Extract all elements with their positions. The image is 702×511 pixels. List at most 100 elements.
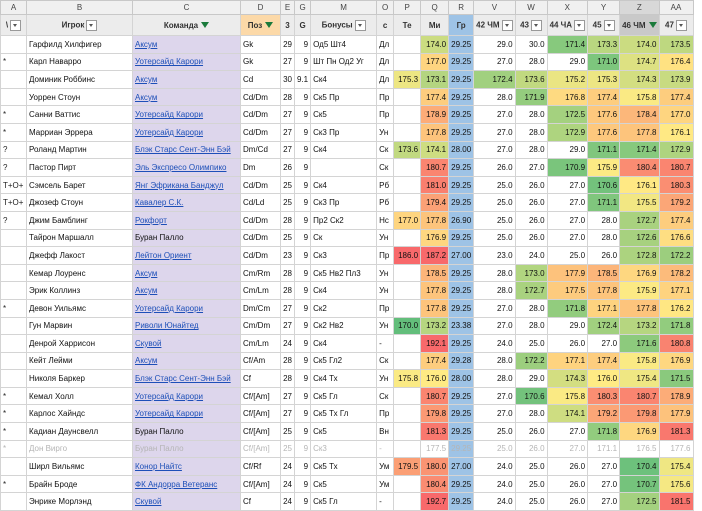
cell-z[interactable]: 170.4 [619,457,660,476]
cell-x[interactable]: 172.9 [546,122,589,142]
cell-y[interactable]: 175.9 [587,158,621,177]
cell-player[interactable]: Девон Уильямс [26,298,133,318]
filter-active-icon[interactable] [648,22,657,29]
team-link[interactable]: Уотерсайд Карори [135,409,203,418]
cell-p[interactable] [393,52,422,72]
cell-team[interactable]: Скувой [132,492,241,511]
cell-w[interactable]: 26.0 [514,210,548,230]
cell-team[interactable]: Аксум [132,263,241,283]
column-letter-w[interactable]: W [514,0,548,15]
cell-aa[interactable]: 172.9 [658,140,694,160]
cell-w[interactable]: 30.0 [514,35,548,54]
cell-v[interactable]: 25.0 [473,175,516,195]
cell-q[interactable]: 181.0 [420,175,450,195]
cell-player[interactable]: Кейт Лейми [26,351,133,371]
cell-position[interactable]: Dm [240,158,281,177]
cell-aa[interactable]: 177.1 [658,281,694,300]
filter-active-icon[interactable] [265,22,274,29]
filter-dropdown-icon[interactable] [603,19,615,31]
cell-mark[interactable]: * [0,52,27,72]
cell-z[interactable]: 174.7 [619,52,660,72]
cell-v[interactable]: 25.0 [473,228,516,248]
team-link[interactable]: Скувой [135,339,161,348]
cell-team[interactable]: Блэк Старс Сент-Энн Бэй [132,140,241,160]
cell-w[interactable]: 24.0 [514,246,548,265]
cell-q[interactable]: 192.1 [420,334,450,353]
cell-z[interactable]: 177.8 [619,122,660,142]
cell-mark[interactable] [0,457,27,476]
cell-aa[interactable]: 173.5 [658,35,694,54]
cell-x[interactable]: 25.0 [546,246,589,265]
cell-r[interactable]: 29.25 [448,298,475,318]
cell-aa[interactable]: 181.3 [658,422,694,441]
cell-q[interactable]: 177.4 [420,87,450,107]
cell-team[interactable]: Лейтон Ориент [132,246,241,265]
cell-team[interactable]: Буран Палло [132,422,241,441]
cell-o[interactable]: Ун [376,316,395,336]
cell-aa[interactable]: 180.3 [658,175,694,195]
cell-v[interactable]: 27.0 [473,52,516,72]
cell-r[interactable]: 29.25 [448,175,475,195]
header-x[interactable]: 44 ЧА [546,14,589,36]
cell-mark[interactable] [0,70,27,89]
team-link[interactable]: Конор Найтс [135,462,182,471]
team-link[interactable]: Уотерсайд Карори [135,57,203,66]
cell-team[interactable]: Буран Палло [132,439,241,459]
cell-mark[interactable] [0,246,27,265]
cell-mark[interactable] [0,263,27,283]
cell-position[interactable]: Cf [240,369,281,388]
cell-y[interactable]: 27.0 [587,457,621,476]
cell-v[interactable]: 25.0 [473,439,516,459]
cell-v[interactable]: 24.0 [473,457,516,476]
cell-p[interactable] [393,404,422,424]
cell-e[interactable]: 24 [280,334,295,353]
cell-o[interactable]: Ум [376,474,395,494]
cell-player[interactable]: Пастор Пирт [26,158,133,177]
cell-team[interactable]: Конор Найтс [132,457,241,476]
column-letter-g[interactable]: G [293,0,312,15]
cell-aa[interactable]: 177.0 [658,105,694,124]
cell-g[interactable]: 9 [293,105,312,124]
cell-x[interactable]: 29.0 [546,52,589,72]
cell-r[interactable]: 29.25 [448,281,475,300]
cell-o[interactable]: Пр [376,105,395,124]
cell-y[interactable]: 28.0 [587,228,621,248]
cell-bonus[interactable]: Ск5 [310,422,378,441]
cell-position[interactable]: Cd/Ld [240,193,281,212]
cell-q[interactable]: 192.7 [420,492,450,511]
cell-bonus[interactable]: Ск5 Нв2 Пл3 [310,263,378,283]
cell-bonus[interactable]: Ск4 [310,70,378,89]
cell-w[interactable]: 28.0 [514,316,548,336]
cell-aa[interactable]: 179.2 [658,193,694,212]
cell-q[interactable]: 178.5 [420,263,450,283]
cell-q[interactable]: 177.0 [420,52,450,72]
cell-mark[interactable]: * [0,298,27,318]
cell-w[interactable]: 26.0 [514,228,548,248]
cell-y[interactable]: 171.0 [587,52,621,72]
cell-player[interactable]: Энрике Морлэнд [26,492,133,511]
header-mark[interactable]: \ [0,14,27,36]
cell-team[interactable]: Эль Экспресо Олимпико [132,158,241,177]
cell-mark[interactable]: ? [0,140,27,160]
cell-o[interactable]: Пр [376,404,395,424]
cell-x[interactable]: 177.9 [546,263,589,283]
cell-player[interactable]: Николя Баркер [26,369,133,388]
cell-e[interactable]: 24 [280,474,295,494]
cell-q[interactable]: 173.1 [420,70,450,89]
cell-o[interactable]: Рб [376,175,395,195]
cell-o[interactable]: - [376,334,395,353]
cell-position[interactable]: Gk [240,52,281,72]
cell-v[interactable]: 27.0 [473,404,516,424]
cell-player[interactable]: Ширл Вильямс [26,457,133,476]
team-link[interactable]: Блэк Старс Сент-Энн Бэй [135,145,231,154]
cell-x[interactable]: 27.0 [546,193,589,212]
cell-team[interactable]: Аксум [132,351,241,371]
cell-v[interactable]: 26.0 [473,158,516,177]
cell-v[interactable]: 24.0 [473,334,516,353]
cell-bonus[interactable]: Ск4 [310,334,378,353]
cell-p[interactable]: 175.3 [393,70,422,89]
cell-g[interactable]: 9 [293,386,312,406]
cell-r[interactable]: 29.25 [448,70,475,89]
cell-q[interactable]: 173.2 [420,316,450,336]
cell-q[interactable]: 174.1 [420,140,450,160]
